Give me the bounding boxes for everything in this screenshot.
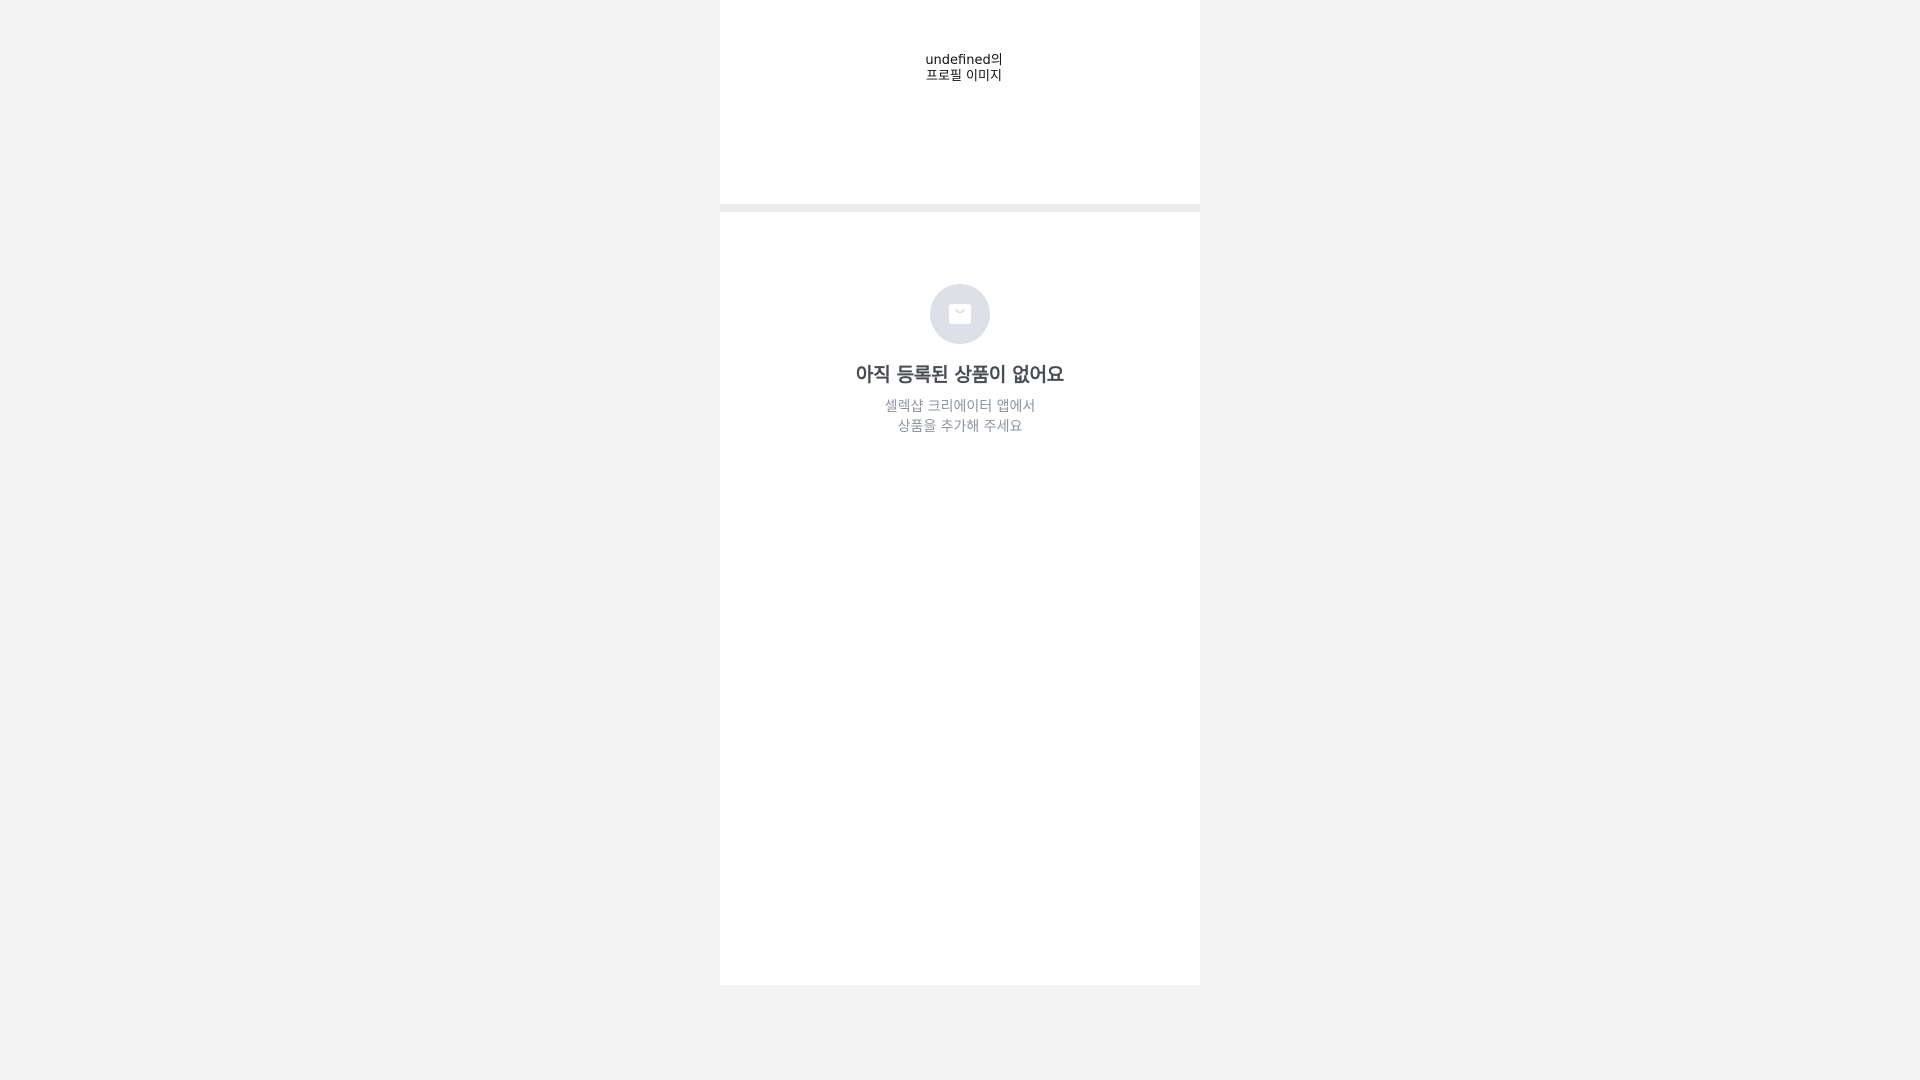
empty-state-description: 셀렉샵 크리에이터 앱에서 상품을 추가해 주세요 bbox=[720, 397, 1200, 437]
profile-section: undefined의 프로필 이미지 bbox=[720, 0, 1200, 204]
empty-state-title: 아직 등록된 상품이 없어요 bbox=[856, 364, 1064, 386]
shopping-bag-icon bbox=[949, 304, 971, 324]
profile-image-alt-line1: undefined의 bbox=[925, 53, 1003, 68]
mobile-page-container: undefined의 프로필 이미지 아직 등록된 상품이 없어요 셀렉샵 크리… bbox=[720, 0, 1200, 985]
empty-products-state: 아직 등록된 상품이 없어요 셀렉샵 크리에이터 앱에서 상품을 추가해 주세요 bbox=[720, 212, 1200, 437]
empty-state-description-line1: 셀렉샵 크리에이터 앱에서 bbox=[884, 399, 1036, 415]
profile-image-alt-line2: 프로필 이미지 bbox=[926, 69, 1002, 84]
section-divider bbox=[720, 204, 1200, 212]
profile-image: undefined의 프로필 이미지 bbox=[924, 53, 1004, 85]
empty-state-description-line2: 상품을 추가해 주세요 bbox=[897, 419, 1023, 435]
empty-icon-circle bbox=[930, 284, 990, 344]
